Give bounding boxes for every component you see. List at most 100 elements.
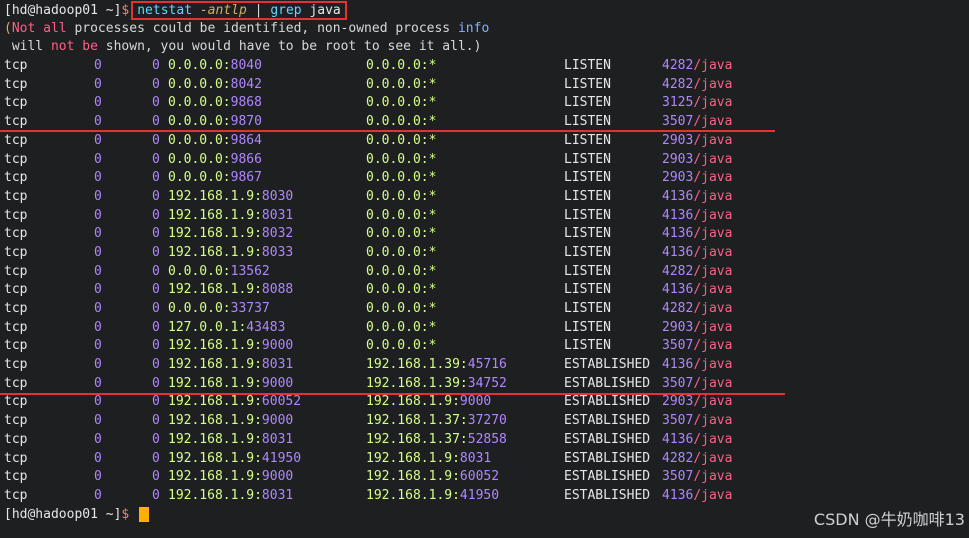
foreign-ip: 192.168.1.9 <box>366 394 453 410</box>
slash: / <box>693 76 702 92</box>
warning-line-2: will not be shown, you would have to be … <box>4 38 969 57</box>
send-q-cell: 0 <box>152 226 160 242</box>
foreign-address-cell: 0.0.0.0:* <box>366 188 436 207</box>
foreign-ip: 0.0.0.0 <box>366 244 421 260</box>
local-ip: 0.0.0.0 <box>168 301 223 316</box>
pid-program-cell: 3507/java <box>662 412 732 431</box>
table-row: tcp 0 0 192.168.1.9:8030 0.0.0.0:* LISTEN 4136… <box>4 188 969 207</box>
pid-program-cell: 3125/java <box>662 94 732 113</box>
foreign-address-cell: 0.0.0.0:* <box>366 337 436 356</box>
local-address-cell: 127.0.0.1:43483 <box>168 319 285 338</box>
separator: : <box>420 188 429 204</box>
recv-q-cell: 0 <box>94 338 102 354</box>
pid: 2903 <box>662 170 694 186</box>
proto-cell: tcp <box>4 170 28 186</box>
state-cell: ESTABLISHED <box>564 431 651 447</box>
send-q-cell: 0 <box>152 450 160 466</box>
program-name: java <box>701 282 733 298</box>
local-address-cell: 192.168.1.9:9000 <box>168 412 293 431</box>
state-cell: LISTEN <box>564 170 611 186</box>
recv-q-cell: 0 <box>94 357 102 373</box>
table-row: tcp 0 0 192.168.1.9:8031 192.168.1.39:45716 E… <box>4 356 969 375</box>
slash: / <box>693 469 702 485</box>
separator: : <box>254 469 262 485</box>
foreign-port: * <box>428 282 437 298</box>
separator: : <box>420 282 429 298</box>
send-q-cell: 0 <box>152 357 160 373</box>
program-name: java <box>701 431 733 447</box>
slash: / <box>693 114 702 130</box>
separator: : <box>222 151 231 167</box>
local-ip: 0.0.0.0 <box>168 170 223 186</box>
foreign-port: * <box>428 226 437 242</box>
foreign-address-cell: 0.0.0.0:* <box>366 225 436 244</box>
proto-cell: tcp <box>4 263 28 279</box>
terminal-cursor[interactable] <box>139 506 150 522</box>
slash: / <box>693 226 702 242</box>
separator: : <box>420 244 429 260</box>
foreign-port: * <box>428 114 437 130</box>
state-cell: LISTEN <box>564 244 611 260</box>
foreign-ip: 0.0.0.0 <box>366 319 421 335</box>
proto-cell: tcp <box>4 357 28 373</box>
command-pipe: | <box>254 3 263 18</box>
separator: : <box>254 244 262 260</box>
foreign-address-cell: 0.0.0.0:* <box>366 94 436 113</box>
separator: : <box>420 151 429 167</box>
state-cell: ESTABLISHED <box>564 413 651 429</box>
separator: : <box>420 170 429 186</box>
foreign-ip: 0.0.0.0 <box>366 132 421 148</box>
local-address-cell: 192.168.1.9:41950 <box>168 450 301 469</box>
table-row: tcp 0 0 127.0.0.1:43483 0.0.0.0:* LISTEN 2903/… <box>4 319 969 338</box>
program-name: java <box>701 244 733 260</box>
terminal-output: [hd@hadoop01 ~]$ netstat -antlp | grep ja… <box>4 1 969 524</box>
slash: / <box>693 375 702 391</box>
separator: : <box>420 226 429 242</box>
separator: : <box>254 338 262 354</box>
local-port: 8031 <box>261 207 294 223</box>
local-address-cell: 192.168.1.9:9000 <box>168 375 293 394</box>
foreign-ip: 192.168.1.9 <box>366 450 453 466</box>
local-ip: 0.0.0.0 <box>168 95 223 111</box>
foreign-address-cell: 192.168.1.37:52858 <box>366 431 507 450</box>
send-q-cell: 0 <box>152 263 160 279</box>
pid-program-cell: 2903/java <box>662 393 732 412</box>
highlight-underline-2 <box>0 393 785 395</box>
foreign-ip: 0.0.0.0 <box>366 338 421 354</box>
foreign-address-cell: 0.0.0.0:* <box>366 151 436 170</box>
foreign-port: 34752 <box>467 375 507 391</box>
foreign-port: 45716 <box>467 357 507 373</box>
warning-not-be: not be <box>50 39 98 55</box>
local-port: 9870 <box>230 114 262 130</box>
local-ip: 192.168.1.9 <box>168 282 255 298</box>
program-name: java <box>701 301 733 316</box>
proto-cell: tcp <box>4 132 28 148</box>
separator: : <box>452 469 460 485</box>
local-address-cell: 192.168.1.9:8031 <box>168 431 293 450</box>
foreign-port: * <box>428 319 437 335</box>
proto-cell: tcp <box>4 301 28 316</box>
pid-program-cell: 2903/java <box>662 169 732 188</box>
send-q-cell: 0 <box>152 76 160 92</box>
proto-cell: tcp <box>4 207 28 223</box>
recv-q-cell: 0 <box>94 132 102 148</box>
local-ip: 192.168.1.9 <box>168 188 255 204</box>
proto-cell: tcp <box>4 282 28 298</box>
pid: 3507 <box>662 375 694 391</box>
foreign-address-cell: 0.0.0.0:* <box>366 281 436 300</box>
recv-q-cell: 0 <box>94 469 102 485</box>
local-port: 8031 <box>261 487 294 503</box>
pid: 4136 <box>662 487 694 503</box>
slash: / <box>693 394 702 410</box>
local-port: 9000 <box>261 413 294 429</box>
recv-q-cell: 0 <box>94 263 102 279</box>
program-name: java <box>701 58 733 74</box>
pid: 2903 <box>662 319 694 335</box>
pid-program-cell: 4136/java <box>662 225 732 244</box>
separator: : <box>222 132 231 148</box>
program-name: java <box>701 450 733 466</box>
send-q-cell: 0 <box>152 151 160 167</box>
foreign-ip: 0.0.0.0 <box>366 301 421 316</box>
separator: : <box>420 207 429 223</box>
local-port: 41950 <box>261 450 302 466</box>
